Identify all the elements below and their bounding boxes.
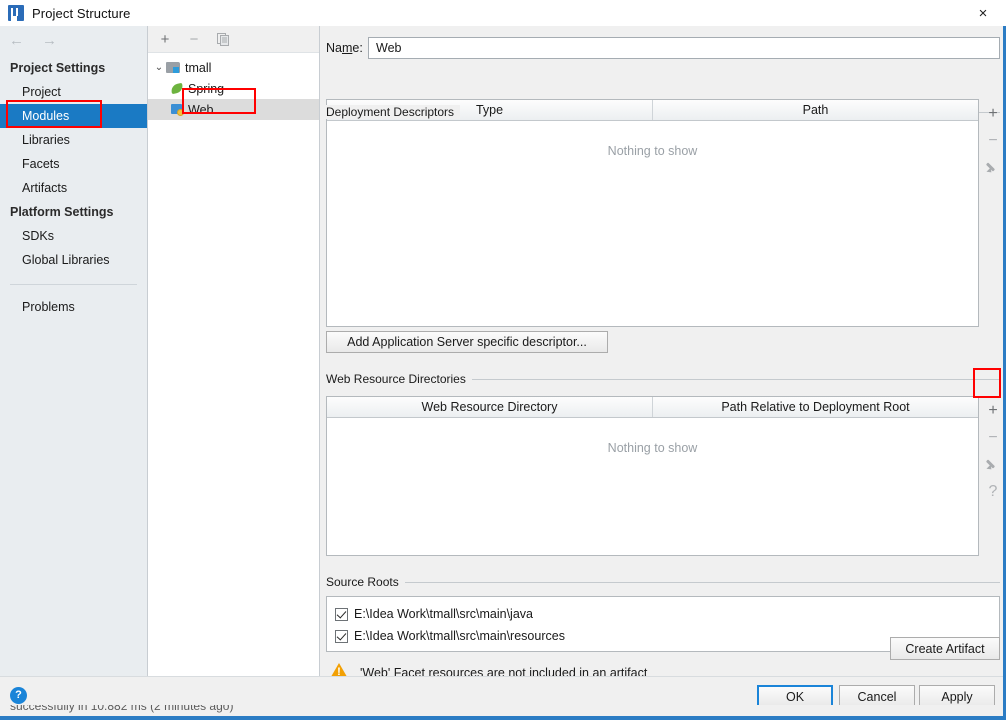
sidebar-group-project-settings: Project Settings <box>10 61 106 75</box>
sidebar-divider <box>10 284 137 285</box>
copy-module-button[interactable] <box>215 31 231 47</box>
tree-node-label: Web <box>188 102 214 117</box>
add-application-server-descriptor-button[interactable]: Add Application Server specific descript… <box>326 331 608 353</box>
section-rule <box>460 379 1000 380</box>
sidebar-item-global-libraries[interactable]: Global Libraries <box>0 248 147 272</box>
create-artifact-button[interactable]: Create Artifact <box>890 637 1000 660</box>
source-roots-section-label: Source Roots <box>326 575 405 589</box>
window-title: Project Structure <box>32 5 131 21</box>
sidebar-group-platform-settings: Platform Settings <box>10 205 114 219</box>
navigation-arrows: ← → <box>0 26 147 54</box>
project-structure-dialog: Project Structure × ← → Project Settings… <box>0 0 1006 720</box>
sidebar-item-problems[interactable]: Problems <box>0 295 147 319</box>
section-rule <box>404 582 1000 583</box>
back-icon[interactable]: ← <box>9 33 24 48</box>
facet-settings-panel: Name: Web Deployment Descriptors Type Pa… <box>320 26 1006 682</box>
background-status-text: successfully in 10.882 ms (2 minutes ago… <box>10 705 234 713</box>
deployment-descriptors-section-label: Deployment Descriptors <box>326 105 461 119</box>
module-tree-rows: ⌄ tmall Spring Web <box>148 53 319 120</box>
help-web-resource-button[interactable]: ? <box>982 478 1004 505</box>
tree-node-tmall[interactable]: ⌄ tmall <box>148 57 319 78</box>
remove-descriptor-button[interactable]: − <box>982 127 1004 154</box>
module-icon <box>166 61 181 74</box>
edit-descriptor-button[interactable] <box>982 154 1004 181</box>
forward-icon[interactable]: → <box>42 33 57 48</box>
sidebar-item-sdks[interactable]: SDKs <box>0 224 147 248</box>
tree-node-label: Spring <box>188 81 225 96</box>
deployment-descriptors-table[interactable]: Type Path Nothing to show <box>326 99 979 327</box>
tree-node-spring[interactable]: Spring <box>148 78 319 99</box>
sidebar-item-facets[interactable]: Facets <box>0 152 147 176</box>
web-resource-directories-table[interactable]: Web Resource Directory Path Relative to … <box>326 396 979 556</box>
table-header-row: Web Resource Directory Path Relative to … <box>327 397 978 418</box>
spring-leaf-icon <box>170 82 185 95</box>
column-header-path-relative[interactable]: Path Relative to Deployment Root <box>652 397 978 417</box>
pencil-icon <box>987 162 999 174</box>
source-root-row[interactable]: E:\Idea Work\tmall\src\main\java <box>327 603 999 625</box>
checkbox-checked-icon[interactable] <box>335 629 348 643</box>
empty-state-text: Nothing to show <box>607 441 698 455</box>
column-header-web-resource-directory[interactable]: Web Resource Directory <box>327 397 652 417</box>
bottom-accent-bar <box>0 716 1006 720</box>
checkbox-checked-icon[interactable] <box>335 607 348 621</box>
settings-sidebar: ← → Project Settings Project Modules Lib… <box>0 26 148 676</box>
web-resource-directories-section-label: Web Resource Directories <box>326 372 472 386</box>
source-root-path: E:\Idea Work\tmall\src\main\resources <box>354 629 565 643</box>
dialog-body: ← → Project Settings Project Modules Lib… <box>0 26 1006 682</box>
pencil-icon <box>987 459 999 471</box>
name-label: Name: <box>326 41 363 55</box>
source-root-path: E:\Idea Work\tmall\src\main\java <box>354 607 533 621</box>
module-tree-panel: + − ⌄ tmall Spring Web <box>148 26 320 676</box>
empty-state-text: Nothing to show <box>607 144 698 158</box>
column-header-path[interactable]: Path <box>652 100 978 120</box>
sidebar-item-modules[interactable]: Modules <box>0 104 147 128</box>
sidebar-item-project[interactable]: Project <box>0 80 147 104</box>
web-resource-directories-toolbar: + − ? <box>982 397 1004 505</box>
remove-web-resource-button[interactable]: − <box>982 424 1004 451</box>
add-web-resource-button[interactable]: + <box>982 397 1004 424</box>
name-row: Name: Web <box>326 36 1000 60</box>
close-icon[interactable]: × <box>960 0 1006 26</box>
title-bar: Project Structure × <box>0 0 1006 26</box>
tree-node-web[interactable]: Web <box>148 99 319 120</box>
web-facet-icon <box>170 103 185 117</box>
add-descriptor-button[interactable]: + <box>982 100 1004 127</box>
remove-module-button[interactable]: − <box>186 31 202 47</box>
chevron-down-icon[interactable]: ⌄ <box>152 62 166 73</box>
sidebar-item-artifacts[interactable]: Artifacts <box>0 176 147 200</box>
tree-node-label: tmall <box>185 60 212 75</box>
sidebar-list: Project Settings Project Modules Librari… <box>0 54 147 319</box>
name-input[interactable]: Web <box>368 37 1000 59</box>
module-tree-toolbar: + − <box>148 26 319 53</box>
add-module-button[interactable]: + <box>157 31 173 47</box>
sidebar-item-libraries[interactable]: Libraries <box>0 128 147 152</box>
deployment-descriptors-toolbar: + − <box>982 100 1004 181</box>
edit-web-resource-button[interactable] <box>982 451 1004 478</box>
help-icon[interactable]: ? <box>10 687 27 704</box>
intellij-idea-logo-icon <box>8 5 24 21</box>
